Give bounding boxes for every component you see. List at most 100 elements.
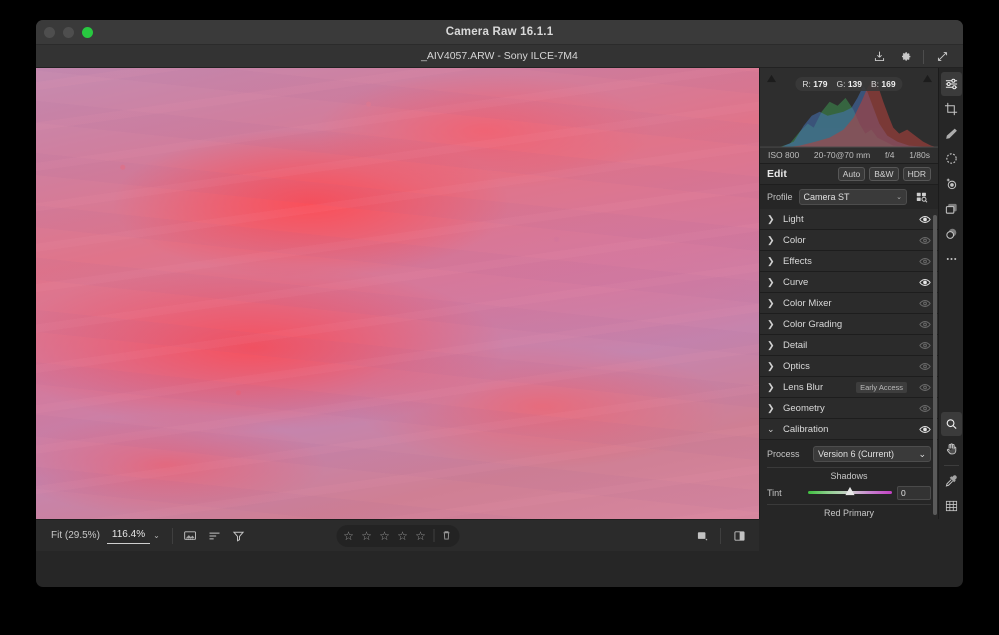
rgb-g-value: 139 [848,79,862,89]
save-image-icon[interactable] [866,45,892,68]
profile-select[interactable]: Camera ST ⌄ [799,189,907,205]
capture-metadata: ISO 800 20-70@70 mm f/4 1/80s [760,147,938,163]
zoom-chevron-down-icon[interactable]: ⌄ [153,531,160,540]
panel-scrollbar-thumb[interactable] [933,215,937,515]
single-view-icon[interactable] [690,524,714,548]
visibility-eye-icon[interactable] [918,318,931,331]
section-light[interactable]: ❯ Light [760,209,938,230]
grid-overlay-icon[interactable] [941,494,962,518]
tint-value-field[interactable]: 0 [897,486,931,500]
zoom-fit-label[interactable]: Fit (29.5%) [44,530,107,541]
section-color[interactable]: ❯ Color [760,230,938,251]
profile-browser-icon[interactable] [913,189,931,205]
rgb-g-label: G: [836,79,845,89]
section-lens-blur-label: Lens Blur [783,382,849,393]
before-after-view-icon[interactable] [727,524,751,548]
traffic-light-group [44,27,93,38]
section-lens-blur[interactable]: ❯ Lens Blur Early Access [760,377,938,398]
star-rating-control[interactable]: ☆ ☆ ☆ ☆ ☆ [336,525,459,547]
chevron-right-icon: ❯ [767,403,776,414]
chevron-right-icon: ❯ [767,298,776,309]
visibility-eye-icon[interactable] [918,276,931,289]
zoom-tool-icon[interactable] [941,412,962,436]
lens-value: 20-70@70 mm [814,150,870,160]
section-optics[interactable]: ❯ Optics [760,356,938,377]
sort-icon[interactable] [203,524,227,548]
star-3-icon[interactable]: ☆ [376,527,393,545]
canvas-bottom-toolbar: Fit (29.5%) 116.4% ⌄ [36,519,759,551]
bw-button[interactable]: B&W [869,167,898,181]
titlebar-divider [923,50,924,64]
gear-icon[interactable] [892,45,918,68]
calibration-content: Process Version 6 (Current) ⌄ Shadows Ti… [760,440,938,519]
section-detail[interactable]: ❯ Detail [760,335,938,356]
rgb-readout: R: 179 G: 139 B: 169 [795,77,902,91]
section-optics-label: Optics [783,361,911,372]
tint-slider-track[interactable] [808,491,892,494]
process-row: Process Version 6 (Current) ⌄ [767,444,931,464]
visibility-eye-icon[interactable] [918,213,931,226]
red-primary-group-title: Red Primary [767,507,931,519]
tint-slider-handle[interactable] [845,486,856,497]
process-select[interactable]: Version 6 (Current) ⌄ [813,446,931,462]
maximize-window-button[interactable] [82,27,93,38]
section-curve[interactable]: ❯ Curve [760,272,938,293]
star-4-icon[interactable]: ☆ [394,527,411,545]
toggle-filmstrip-icon[interactable] [179,524,203,548]
highlight-clipping-icon[interactable] [920,72,934,85]
edit-panel-header: Edit Auto B&W HDR [760,163,938,185]
section-color-mixer[interactable]: ❯ Color Mixer [760,293,938,314]
visibility-eye-icon[interactable] [918,339,931,352]
star-5-icon[interactable]: ☆ [412,527,429,545]
panel-scrollbar[interactable] [933,209,937,519]
visibility-eye-icon[interactable] [918,255,931,268]
crop-icon[interactable] [941,97,962,121]
section-effects[interactable]: ❯ Effects [760,251,938,272]
edit-sections-list: ❯ Light ❯ Color ❯ [760,209,938,519]
filter-icon[interactable] [227,524,251,548]
rail-divider [944,465,959,466]
section-calibration[interactable]: ⌄ Calibration [760,419,938,440]
eyedropper-icon[interactable] [941,469,962,493]
visibility-eye-icon[interactable] [918,234,931,247]
section-geometry[interactable]: ❯ Geometry [760,398,938,419]
calibration-divider [767,467,931,468]
section-color-grading-label: Color Grading [783,319,911,330]
red-eye-icon[interactable] [941,172,962,196]
close-window-button[interactable] [44,27,55,38]
hand-tool-icon[interactable] [941,437,962,461]
trash-icon[interactable] [438,527,455,545]
star-2-icon[interactable]: ☆ [358,527,375,545]
window-body: Fit (29.5%) 116.4% ⌄ [36,68,963,587]
chevron-down-icon: ⌄ [896,193,902,201]
star-1-icon[interactable]: ☆ [340,527,357,545]
visibility-eye-icon[interactable] [918,402,931,415]
masking-icon[interactable] [941,147,962,171]
healing-brush-icon[interactable] [941,122,962,146]
titlebar-actions [866,45,955,68]
presets-icon[interactable] [941,197,962,221]
window-title: Camera Raw 16.1.1 [36,26,963,38]
snapshots-icon[interactable] [941,222,962,246]
iso-value: ISO 800 [768,150,799,160]
shadow-clipping-icon[interactable] [764,72,778,85]
visibility-eye-icon[interactable] [918,360,931,373]
hdr-button[interactable]: HDR [903,167,931,181]
zoom-level-value[interactable]: 116.4% [107,527,150,544]
view-divider [720,528,721,544]
chevron-right-icon: ❯ [767,382,776,393]
minimize-window-button[interactable] [63,27,74,38]
chevron-right-icon: ❯ [767,361,776,372]
edit-sliders-icon[interactable] [941,72,962,96]
more-options-icon[interactable] [941,247,962,271]
visibility-eye-icon[interactable] [918,297,931,310]
auto-button[interactable]: Auto [838,167,866,181]
image-canvas[interactable] [36,68,759,519]
section-color-grading[interactable]: ❯ Color Grading [760,314,938,335]
fullscreen-icon[interactable] [929,45,955,68]
visibility-eye-icon[interactable] [918,423,931,436]
photo-grain-overlay [36,68,759,519]
visibility-eye-icon[interactable] [918,381,931,394]
chevron-right-icon: ❯ [767,340,776,351]
histogram-panel[interactable]: R: 179 G: 139 B: 169 ISO 800 20-70@70 mm… [760,68,938,163]
